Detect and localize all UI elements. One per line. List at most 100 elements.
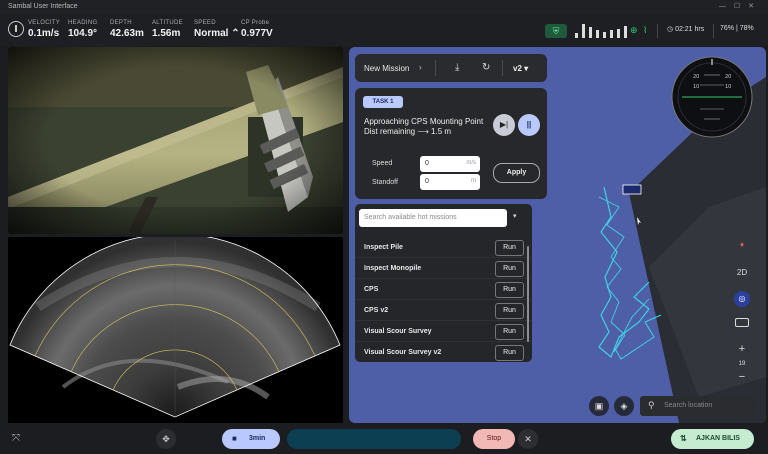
velocity-gauge-icon <box>8 21 24 37</box>
link-icon: ⌇ <box>643 25 648 35</box>
list-item: Visual Scour Survey v2 Run <box>355 342 532 362</box>
layers-icon[interactable]: ◈ <box>614 396 634 416</box>
divider <box>502 60 503 76</box>
shield-icon[interactable]: ⛨ <box>545 24 567 38</box>
list-item: Inspect Monopile Run <box>355 258 532 279</box>
run-button[interactable]: Run <box>495 324 524 340</box>
mission-name: Inspect Pile <box>364 244 403 251</box>
mission-name: Inspect Monopile <box>364 265 422 272</box>
telemetry-label: VELOCITY <box>28 20 61 26</box>
battery-status: 76% | 78% <box>720 25 754 32</box>
signal-bars-icon <box>575 24 627 38</box>
zoom-level: 19 <box>738 361 746 367</box>
telemetry-speed[interactable]: SPEED Normal ⌃ <box>194 20 240 39</box>
ruler-icon[interactable] <box>735 318 749 327</box>
telemetry-altitude: ALTITUDE 1.56m <box>152 20 183 39</box>
scrollbar[interactable] <box>527 246 529 342</box>
battery-value: 76% | 78% <box>720 25 754 32</box>
compass-tick: 10 <box>693 84 699 90</box>
divider <box>435 60 436 76</box>
standoff-input[interactable]: 0 m <box>420 174 480 190</box>
run-button[interactable]: Run <box>495 282 524 298</box>
telemetry-value: 0.977V <box>241 28 273 39</box>
location-search-placeholder: Search location <box>664 402 713 409</box>
mission-name: Visual Scour Survey v2 <box>364 349 442 356</box>
chevron-right-icon[interactable]: › <box>419 63 422 72</box>
telemetry-velocity: VELOCITY 0.1m/s <box>28 20 60 39</box>
north-indicator-icon[interactable]: ♦ <box>736 240 748 249</box>
connection-icon: ⊕ <box>630 25 638 35</box>
telemetry-label: CP Probe <box>241 20 270 26</box>
clock-value: 02:21 hrs <box>675 26 705 33</box>
mission-header: New Mission › ⤓ ↻ v2 ▾ <box>355 54 547 82</box>
mission-clock: ◷ 02:21 hrs <box>667 26 705 33</box>
standoff-label: Standoff <box>372 179 398 186</box>
speed-value: 0 <box>425 160 429 167</box>
mission-name: CPS v2 <box>364 307 389 314</box>
standoff-unit: m <box>471 178 476 184</box>
user-button[interactable]: ⇅ AJKAN BILIS <box>671 429 754 449</box>
refresh-icon[interactable]: ↻ <box>482 62 490 73</box>
locate-icon[interactable]: ◎ <box>734 291 750 307</box>
vehicle-icon[interactable]: ▣ <box>589 396 609 416</box>
pause-button[interactable]: || <box>518 114 540 136</box>
divider <box>657 24 658 38</box>
mission-name: CPS <box>364 286 379 293</box>
skip-task-button[interactable]: ▶| <box>493 114 515 136</box>
sonar-image <box>8 237 343 423</box>
camera-image <box>8 47 343 234</box>
download-icon[interactable]: ⤓ <box>455 62 459 73</box>
compass-tick: 20 <box>693 74 699 80</box>
run-button[interactable]: Run <box>495 261 524 277</box>
stop-button[interactable]: Stop <box>473 429 515 449</box>
compass-tick: 10 <box>725 84 731 90</box>
telemetry-label: SPEED <box>194 20 216 26</box>
telemetry-label: DEPTH <box>110 20 132 26</box>
title-bar: Sambal User Interface —☐✕ <box>0 0 768 14</box>
speed-input[interactable]: 0 m/s <box>420 156 480 172</box>
expand-icon[interactable]: ⤧ <box>12 433 20 444</box>
run-button[interactable]: Run <box>495 345 524 361</box>
joystick-icon[interactable]: ✥ <box>156 429 176 449</box>
telemetry-value: 104.9° <box>68 28 98 39</box>
telemetry-label: ALTITUDE <box>152 20 183 26</box>
run-button[interactable]: Run <box>495 303 524 319</box>
location-search-input[interactable]: ⚲ Search location <box>640 396 756 416</box>
version-label: v2 <box>513 64 522 73</box>
mission-version-select[interactable]: v2 ▾ <box>513 64 528 73</box>
app-title: Sambal User Interface <box>8 3 78 10</box>
record-button[interactable]: ■ 3min <box>222 429 280 449</box>
app-window: Sambal User Interface —☐✕ VELOCITY 0.1m/… <box>0 0 768 454</box>
chevron-down-icon[interactable]: ▾ <box>513 212 517 220</box>
hot-mission-search-input[interactable]: Search available hot missions <box>359 209 507 227</box>
camera-feed[interactable] <box>8 47 343 234</box>
task-card: TASK 1 Approaching CPS Mounting Point Di… <box>355 88 547 199</box>
run-button[interactable]: Run <box>495 240 524 256</box>
compass-gauge: 10 20 10 20 <box>671 56 753 138</box>
zoom-in-icon[interactable]: + <box>735 343 749 355</box>
map-mode-toggle[interactable]: 2D <box>734 268 750 277</box>
hot-missions-panel: Search available hot missions ▾ Inspect … <box>355 204 532 362</box>
task-badge: TASK 1 <box>363 96 403 108</box>
list-item: CPS Run <box>355 279 532 300</box>
mission-progress-bar <box>287 429 461 449</box>
divider <box>713 24 714 38</box>
apply-button[interactable]: Apply <box>493 163 540 183</box>
window-controls[interactable]: —☐✕ <box>719 2 762 10</box>
search-icon: ⚲ <box>648 400 655 410</box>
list-item: Visual Scour Survey Run <box>355 321 532 342</box>
sort-icon: ⇅ <box>680 434 687 443</box>
sonar-view[interactable] <box>8 237 343 423</box>
standoff-value: 0 <box>425 178 429 185</box>
camera-icon: ■ <box>232 434 237 443</box>
list-item: CPS v2 Run <box>355 300 532 321</box>
mission-title[interactable]: New Mission <box>364 64 409 73</box>
speed-selector[interactable]: Normal ⌃ <box>194 28 240 39</box>
close-icon[interactable]: ✕ <box>518 429 538 449</box>
bottom-bar: ⤧ ✥ ■ 3min Stop ✕ ⇅ AJKAN BILIS <box>0 424 768 454</box>
compass-tick: 20 <box>725 74 731 80</box>
list-item: Inspect Pile Run <box>355 237 532 258</box>
hot-mission-list: Inspect Pile Run Inspect Monopile Run CP… <box>355 237 532 362</box>
zoom-out-icon[interactable]: − <box>735 371 749 383</box>
record-duration: 3min <box>249 435 266 442</box>
